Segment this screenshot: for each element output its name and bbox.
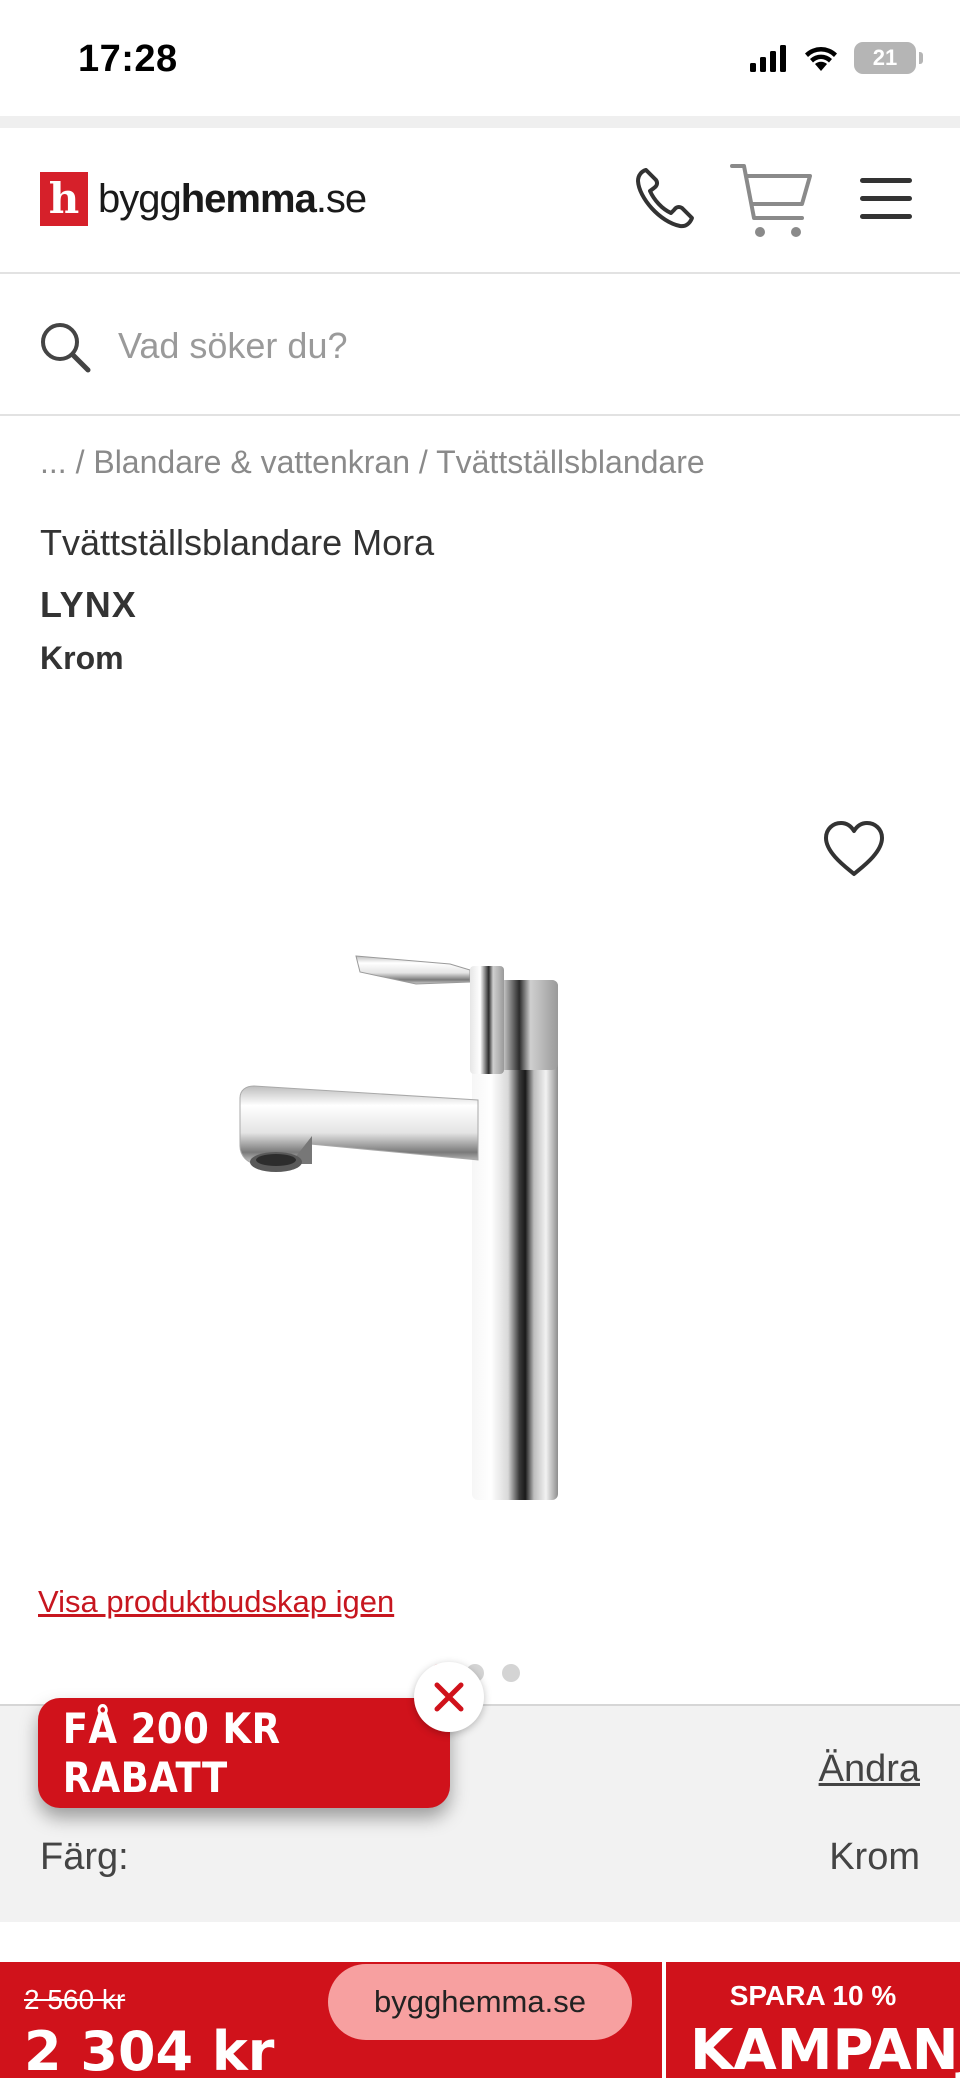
breadcrumb-item-root[interactable]: ... bbox=[40, 444, 67, 480]
discount-badge[interactable]: FÅ 200 KR RABATT bbox=[38, 1698, 450, 1808]
breadcrumb-item-basin-mixers[interactable]: Tvättställsblandare bbox=[436, 444, 705, 480]
heart-icon[interactable] bbox=[822, 820, 886, 878]
faucet-image bbox=[239, 955, 558, 1500]
phone-icon[interactable] bbox=[632, 166, 696, 232]
search-input[interactable] bbox=[118, 320, 898, 372]
signal-icon bbox=[750, 45, 786, 72]
cart-icon[interactable] bbox=[730, 160, 816, 242]
carousel-dot[interactable] bbox=[502, 1664, 520, 1682]
breadcrumb-separator: / bbox=[75, 444, 85, 480]
campaign-label: KAMPANJ bbox=[690, 2018, 960, 2078]
old-price: 2 560 kr bbox=[24, 1984, 126, 2015]
search-bar bbox=[0, 276, 960, 416]
discount-label: FÅ 200 KR RABATT bbox=[62, 1704, 281, 1802]
battery-icon: 21 bbox=[854, 42, 923, 74]
product-brand: LYNX bbox=[40, 584, 137, 625]
discount-close-button[interactable] bbox=[414, 1662, 484, 1732]
wifi-icon bbox=[805, 47, 837, 71]
breadcrumb: ... / Blandare & vattenkran / Tvättställ… bbox=[40, 444, 705, 481]
status-divider bbox=[0, 116, 960, 128]
breadcrumb-item-mixers[interactable]: Blandare & vattenkran bbox=[93, 444, 410, 480]
close-icon bbox=[434, 1682, 464, 1712]
color-value: Krom bbox=[829, 1836, 920, 1878]
battery-level: 21 bbox=[872, 45, 898, 70]
status-time: 17:28 bbox=[78, 38, 178, 80]
status-bar: 17:28 21 bbox=[0, 0, 960, 118]
change-link[interactable]: Ändra bbox=[819, 1748, 920, 1791]
product-title: Tvättställsblandare Mora bbox=[40, 522, 435, 563]
site-header: h bygghemma.se bbox=[0, 128, 960, 274]
status-icons: 21 bbox=[748, 42, 923, 74]
current-price: 2 304 kr bbox=[24, 2020, 275, 2078]
search-icon bbox=[41, 323, 91, 373]
breadcrumb-separator: / bbox=[418, 444, 428, 480]
color-label: Färg: bbox=[40, 1836, 129, 1878]
browser-url: bygghemma.se bbox=[374, 1984, 586, 2019]
browser-url-pill[interactable]: bygghemma.se bbox=[328, 1964, 632, 2040]
logo-text: bygghemma.se bbox=[98, 176, 367, 221]
campaign-subtitle: SPARA 10 % bbox=[729, 1980, 897, 2011]
site-logo[interactable]: h bygghemma.se bbox=[40, 172, 367, 226]
logo-mark: h bbox=[40, 172, 88, 226]
product-variant: Krom bbox=[40, 640, 124, 676]
show-product-message-link[interactable]: Visa produktbudskap igen bbox=[38, 1584, 394, 1620]
menu-icon[interactable] bbox=[858, 176, 914, 222]
bottom-price-bar: 2 560 kr 2 304 kr bygghemma.se SPARA 10 … bbox=[0, 1962, 960, 2078]
